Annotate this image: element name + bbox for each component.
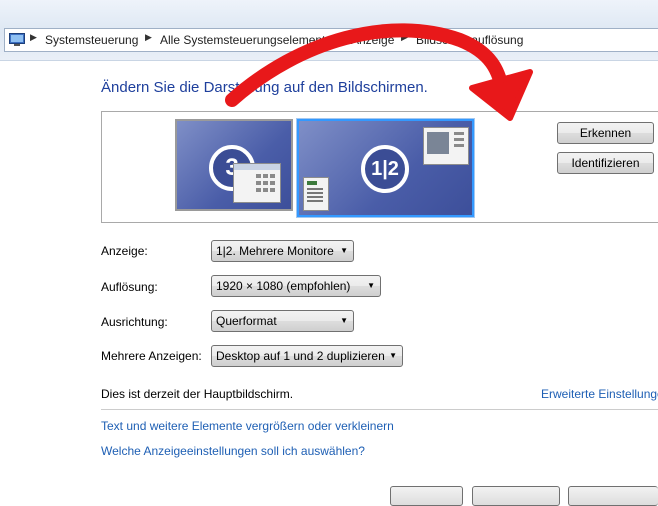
multiple-displays-select-value: Desktop auf 1 und 2 duplizieren [216, 349, 385, 363]
identify-button[interactable]: Identifizieren [557, 152, 654, 174]
primary-display-status: Dies ist derzeit der Hauptbildschirm. [101, 387, 294, 401]
monitor-window-icon [423, 127, 469, 165]
address-bar[interactable]: ▶ Systemsteuerung ▶ Alle Systemsteuerung… [4, 28, 658, 52]
detect-button[interactable]: Erkennen [557, 122, 654, 144]
chevron-down-icon: ▼ [340, 316, 348, 325]
breadcrumb-separator[interactable]: ▶ [145, 32, 152, 43]
address-bar-region: ▶ Systemsteuerung ▶ Alle Systemsteuerung… [0, 0, 658, 61]
breadcrumb-systemsteuerung[interactable]: Systemsteuerung [45, 33, 138, 47]
display-select-value: 1|2. Mehrere Monitore [216, 244, 334, 258]
monitor-3[interactable]: 3 [175, 119, 293, 211]
page-title: Ändern Sie die Darstellung auf den Bilds… [101, 79, 428, 96]
monitor-1-2-number: 1|2 [361, 145, 409, 193]
monitor-window-icon [233, 163, 281, 203]
advanced-settings-link[interactable]: Erweiterte Einstellungen [541, 387, 658, 401]
orientation-label: Ausrichtung: [101, 315, 168, 329]
breadcrumb-separator[interactable]: ▶ [337, 32, 344, 43]
multiple-displays-label: Mehrere Anzeigen: [101, 349, 202, 363]
control-panel-icon [9, 33, 25, 47]
multiple-displays-select[interactable]: Desktop auf 1 und 2 duplizieren ▼ [211, 345, 403, 367]
resolution-select-value: 1920 × 1080 (empfohlen) [216, 279, 351, 293]
breadcrumb-resolution[interactable]: Bildschirmauflösung [416, 33, 523, 47]
resolution-select[interactable]: 1920 × 1080 (empfohlen) ▼ [211, 275, 381, 297]
breadcrumb-anzeige[interactable]: Anzeige [351, 33, 394, 47]
chevron-down-icon: ▼ [340, 246, 348, 255]
display-label: Anzeige: [101, 244, 148, 258]
breadcrumb-separator[interactable]: ▶ [30, 32, 37, 43]
breadcrumb-all-items[interactable]: Alle Systemsteuerungselemente [160, 33, 332, 47]
monitor-1-2[interactable]: 1|2 [296, 118, 475, 218]
resolution-label: Auflösung: [101, 280, 158, 294]
ok-button[interactable] [390, 486, 463, 506]
cancel-button[interactable] [472, 486, 560, 506]
orientation-select[interactable]: Querformat ▼ [211, 310, 354, 332]
orientation-select-value: Querformat [216, 314, 277, 328]
display-settings-help-link[interactable]: Welche Anzeigeeinstellungen soll ich aus… [101, 444, 365, 458]
chevron-down-icon: ▼ [367, 281, 375, 290]
breadcrumb-separator[interactable]: ▶ [401, 32, 408, 43]
display-select[interactable]: 1|2. Mehrere Monitore ▼ [211, 240, 354, 262]
resize-text-link[interactable]: Text und weitere Elemente vergrößern ode… [101, 419, 394, 433]
apply-button[interactable] [568, 486, 658, 506]
monitor-sidebar-icon [303, 177, 329, 211]
divider [101, 409, 658, 410]
chevron-down-icon: ▼ [389, 351, 397, 360]
